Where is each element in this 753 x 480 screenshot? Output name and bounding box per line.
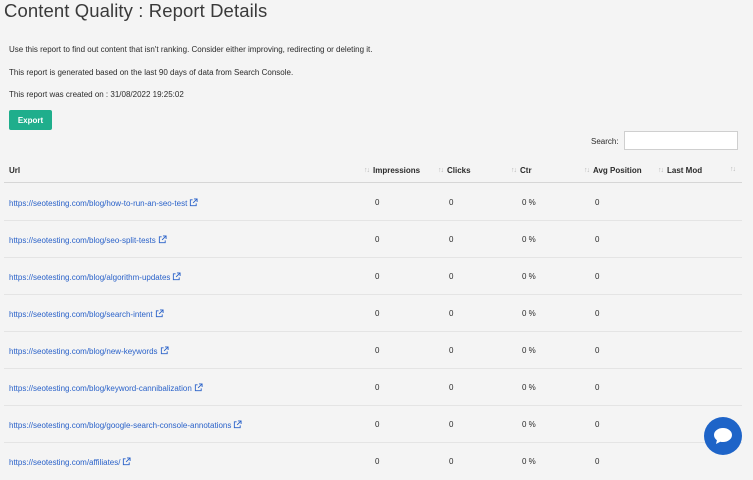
column-header-label: Last Mod: [667, 166, 703, 175]
column-header-avg-position[interactable]: ↑↓ Avg Position: [584, 166, 642, 175]
sort-arrows-icon: ↑↓: [584, 167, 590, 174]
ctr-cell: 0 %: [522, 272, 536, 281]
column-header-url[interactable]: Url: [9, 166, 20, 175]
search-label: Search:: [591, 137, 619, 146]
column-header-label: Url: [9, 166, 21, 175]
external-link-icon: [158, 235, 167, 244]
chat-bubble-icon: [714, 428, 732, 444]
external-link-icon: [234, 420, 242, 429]
table-row: https://seotesting.com/blog/new-keywords…: [0, 332, 753, 369]
table-row: https://seotesting.com/blog/how-to-run-a…: [0, 184, 753, 221]
search-input[interactable]: [624, 131, 738, 150]
external-link-icon: [190, 198, 198, 207]
sort-arrows-icon: ↑↓: [658, 167, 664, 174]
clicks-cell: 0: [449, 309, 454, 318]
impressions-cell: 0: [375, 383, 380, 392]
sort-arrows-icon: ↑↓: [511, 167, 517, 174]
ctr-cell: 0 %: [522, 309, 536, 318]
url-link[interactable]: https://seotesting.com/blog/seo-split-te…: [9, 235, 167, 245]
impressions-cell: 0: [375, 309, 380, 318]
avg-position-cell: 0: [595, 383, 600, 392]
url-link[interactable]: https://seotesting.com/blog/new-keywords: [9, 346, 169, 356]
clicks-cell: 0: [449, 235, 454, 244]
table-row: https://seotesting.com/blog/algorithm-up…: [0, 258, 753, 295]
table-row: https://seotesting.com/blog/google-searc…: [0, 406, 753, 443]
ctr-cell: 0 %: [522, 383, 536, 392]
external-link-icon: [155, 309, 164, 318]
column-header-label: Clicks: [447, 166, 471, 175]
external-link-icon: [173, 272, 181, 281]
table-header-divider: [4, 182, 742, 183]
sort-arrows-icon[interactable]: ↑↓: [730, 166, 736, 173]
ctr-cell: 0 %: [522, 420, 536, 429]
report-page: Content Quality : Report Details Use thi…: [0, 0, 753, 467]
chat-widget-button[interactable]: [704, 417, 742, 455]
column-header-clicks[interactable]: ↑↓ Clicks: [438, 166, 471, 175]
external-link-icon: [194, 383, 203, 392]
clicks-cell: 0: [449, 198, 454, 207]
impressions-cell: 0: [375, 198, 380, 207]
avg-position-cell: 0: [595, 309, 600, 318]
url-link[interactable]: https://seotesting.com/affiliates/: [9, 457, 132, 467]
avg-position-cell: 0: [595, 235, 600, 244]
avg-position-cell: 0: [595, 346, 600, 355]
ctr-cell: 0 %: [522, 198, 536, 207]
impressions-cell: 0: [375, 346, 380, 355]
url-link[interactable]: https://seotesting.com/blog/algorithm-up…: [9, 272, 181, 282]
table-row: https://seotesting.com/blog/search-inten…: [0, 295, 753, 332]
column-header-label: Impressions: [373, 166, 421, 175]
table-row: https://seotesting.com/blog/seo-split-te…: [0, 221, 753, 258]
report-data-source-note: This report is generated based on the la…: [9, 68, 294, 77]
clicks-cell: 0: [449, 383, 454, 392]
clicks-cell: 0: [449, 346, 454, 355]
column-header-last-mod[interactable]: ↑↓ Last Mod: [658, 166, 702, 175]
avg-position-cell: 0: [595, 198, 600, 207]
column-header-label: Avg Position: [593, 166, 642, 175]
export-button[interactable]: Export: [9, 110, 52, 130]
page-title: Content Quality : Report Details: [4, 0, 268, 21]
column-header-impressions[interactable]: ↑↓ Impressions: [364, 166, 420, 175]
sort-arrows-icon: ↑↓: [364, 167, 370, 174]
sort-arrows-icon: ↑↓: [438, 167, 444, 174]
impressions-cell: 0: [375, 235, 380, 244]
avg-position-cell: 0: [595, 420, 600, 429]
external-link-icon: [160, 346, 169, 355]
column-header-ctr[interactable]: ↑↓ Ctr: [511, 166, 532, 175]
avg-position-cell: 0: [595, 272, 600, 281]
ctr-cell: 0 %: [522, 235, 536, 244]
url-link[interactable]: https://seotesting.com/blog/how-to-run-a…: [9, 198, 198, 208]
url-link[interactable]: https://seotesting.com/blog/google-searc…: [9, 420, 242, 430]
impressions-cell: 0: [375, 272, 380, 281]
table-row: https://seotesting.com/blog/keyword-cann…: [0, 369, 753, 406]
url-link[interactable]: https://seotesting.com/blog/search-inten…: [9, 309, 164, 319]
url-link[interactable]: https://seotesting.com/blog/keyword-cann…: [9, 383, 203, 393]
impressions-cell: 0: [375, 420, 380, 429]
clicks-cell: 0: [449, 272, 454, 281]
report-created-date: This report was created on : 31/08/2022 …: [9, 90, 184, 99]
column-header-label: Ctr: [520, 166, 532, 175]
report-description: Use this report to find out content that…: [9, 45, 373, 54]
ctr-cell: 0 %: [522, 346, 536, 355]
clicks-cell: 0: [449, 420, 454, 429]
